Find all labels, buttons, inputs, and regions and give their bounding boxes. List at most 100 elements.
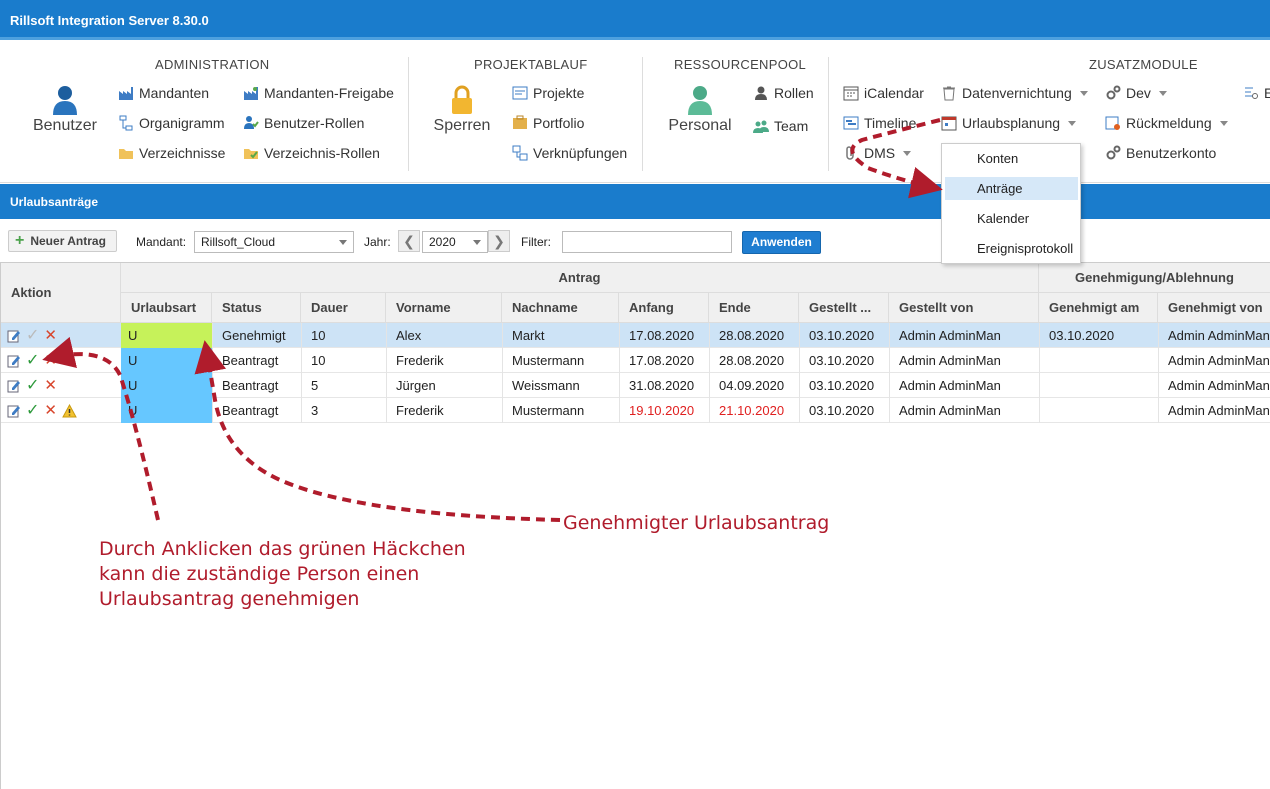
icalendar-item[interactable]: iCalendar [843,83,924,103]
menu-item-konten[interactable]: Konten [945,147,1078,170]
column-header-nachname[interactable]: Nachname [502,293,619,323]
action-cell: ✓ ✕ [7,398,117,423]
edit-icon[interactable] [7,329,21,343]
column-header-gestellt-von[interactable]: Gestellt von [889,293,1039,323]
approve-check-icon[interactable]: ✓ [26,398,39,423]
edit-icon[interactable] [7,404,21,418]
edit-icon[interactable] [7,354,21,368]
cell-divider [619,348,620,373]
approve-check-icon[interactable]: ✓ [26,373,39,398]
action-cell: ✓ ✕ [7,373,117,398]
chevron-down-icon [903,150,912,156]
cell-dauer: 3 [311,403,319,418]
rollen-item[interactable]: Rollen [753,83,814,103]
cell-divider [619,398,620,423]
links-icon [512,145,528,161]
cell-divider [709,323,710,348]
menu-item-ereignisprotokoll[interactable]: Ereignisprotokoll [945,237,1078,260]
team-item[interactable]: Team [753,116,808,136]
new-request-button[interactable]: + Neuer Antrag [8,230,117,252]
benutzer-rollen-item[interactable]: Benutzer-Rollen [243,113,364,133]
cell-genehmigt-am [1049,348,1156,373]
cell-status: Beantragt [222,403,279,418]
reject-cross-icon[interactable]: ✕ [44,348,57,373]
filter-input[interactable] [562,231,732,253]
timeline-label: Timeline [864,115,917,131]
prev-year-button[interactable]: ❮ [398,230,420,252]
verknuepfungen-item[interactable]: Verknüpfungen [512,143,627,163]
gears-icon [1106,85,1121,100]
column-header-anfang[interactable]: Anfang [619,293,709,323]
rueckmeldung-label: Rückmeldung [1126,115,1212,131]
cut-off-item[interactable]: E [1243,83,1270,103]
table-row[interactable]: ✓ ✕ U Beantragt 10 Frederik Mustermann 17.08.20… [1,348,1270,373]
apply-button[interactable]: Anwenden [742,231,821,254]
mandanten-freigabe-item[interactable]: Mandanten-Freigabe [243,83,394,103]
table-row[interactable]: ✓ ✕ U Genehmigt 10 Alex Markt 17.08.2020 28.08.2… [1,323,1270,348]
cell-divider [301,373,302,398]
icalendar-label: iCalendar [864,85,924,101]
dev-item[interactable]: Dev [1105,83,1167,103]
chevron-down-icon [1079,90,1088,96]
next-year-button[interactable]: ❯ [488,230,510,252]
jahr-select[interactable]: 2020 [422,231,488,253]
group-header-ressourcenpool: RESSOURCENPOOL [674,57,807,72]
column-header-genehmigt-am[interactable]: Genehmigt am [1039,293,1158,323]
cell-urlaubsart: U [121,348,212,373]
trash-icon [943,86,955,101]
cell-divider [709,373,710,398]
column-header-genehmigt-von[interactable]: Genehmigt von [1158,293,1270,323]
column-header-dauer[interactable]: Dauer [301,293,386,323]
timeline-icon [843,116,859,130]
reject-cross-icon[interactable]: ✕ [44,323,57,348]
sperren-button[interactable]: Sperren [428,85,496,135]
cell-divider [1039,348,1040,373]
dms-item[interactable]: DMS [843,143,912,163]
menu-item-kalender[interactable]: Kalender [945,207,1078,230]
group-header-administration: ADMINISTRATION [155,57,270,72]
personal-label: Personal [668,117,732,134]
cell-anfang: 31.08.2020 [629,378,695,393]
approve-check-icon[interactable]: ✓ [26,348,39,373]
datenvernichtung-item[interactable]: Datenvernichtung [941,83,1088,103]
cell-ende: 21.10.2020 [719,403,785,418]
rueckmeldung-item[interactable]: Rückmeldung [1105,113,1228,133]
verzeichnis-rollen-item[interactable]: Verzeichnis-Rollen [243,143,380,163]
reject-cross-icon[interactable]: ✕ [44,398,57,423]
folder-icon [119,149,133,159]
verzeichnis-rollen-label: Verzeichnis-Rollen [264,145,380,161]
column-header-aktion: Aktion [1,263,121,323]
roles-icon [755,86,767,100]
benutzer-button[interactable]: Benutzer [28,85,102,135]
cell-nachname: Mustermann [512,353,585,368]
table-row[interactable]: ✓ ✕ U Beantragt 3 Frederik Mustermann 19.10.202… [1,398,1270,423]
projekte-item[interactable]: Projekte [512,83,584,103]
edit-icon[interactable] [7,379,21,393]
column-header-urlaubsart[interactable]: Urlaubsart [121,293,212,323]
cell-nachname: Markt [512,328,545,343]
cell-genehmigt-von: Admin AdminMan [1168,353,1269,368]
cell-divider [301,323,302,348]
personal-button[interactable]: Personal [664,85,736,135]
timeline-item[interactable]: Timeline [843,113,916,133]
column-header-vorname[interactable]: Vorname [386,293,502,323]
urlaubsplanung-item[interactable]: Urlaubsplanung [941,113,1077,133]
mandant-select[interactable]: Rillsoft_Cloud [194,231,354,253]
column-header-status[interactable]: Status [212,293,301,323]
group-header-projektablauf: PROJEKTABLAUF [474,57,588,72]
table-row[interactable]: ✓ ✕ U Beantragt 5 Jürgen Weissmann 31.08.2020 04… [1,373,1270,398]
mandanten-item[interactable]: Mandanten [118,83,209,103]
benutzerkonto-item[interactable]: Benutzerkonto [1105,143,1216,163]
column-header-ende[interactable]: Ende [709,293,799,323]
organigramm-item[interactable]: Organigramm [118,113,225,133]
cell-divider [799,398,800,423]
approve-check-icon[interactable]: ✓ [26,323,39,348]
portfolio-item[interactable]: Portfolio [512,113,584,133]
cell-divider [1158,398,1159,423]
menu-item-antraege[interactable]: Anträge [945,177,1078,200]
cell-divider [799,323,800,348]
verzeichnisse-item[interactable]: Verzeichnisse [118,143,225,163]
column-header-gestellt-am[interactable]: Gestellt ... [799,293,889,323]
plus-icon: + [15,232,25,249]
reject-cross-icon[interactable]: ✕ [44,373,57,398]
